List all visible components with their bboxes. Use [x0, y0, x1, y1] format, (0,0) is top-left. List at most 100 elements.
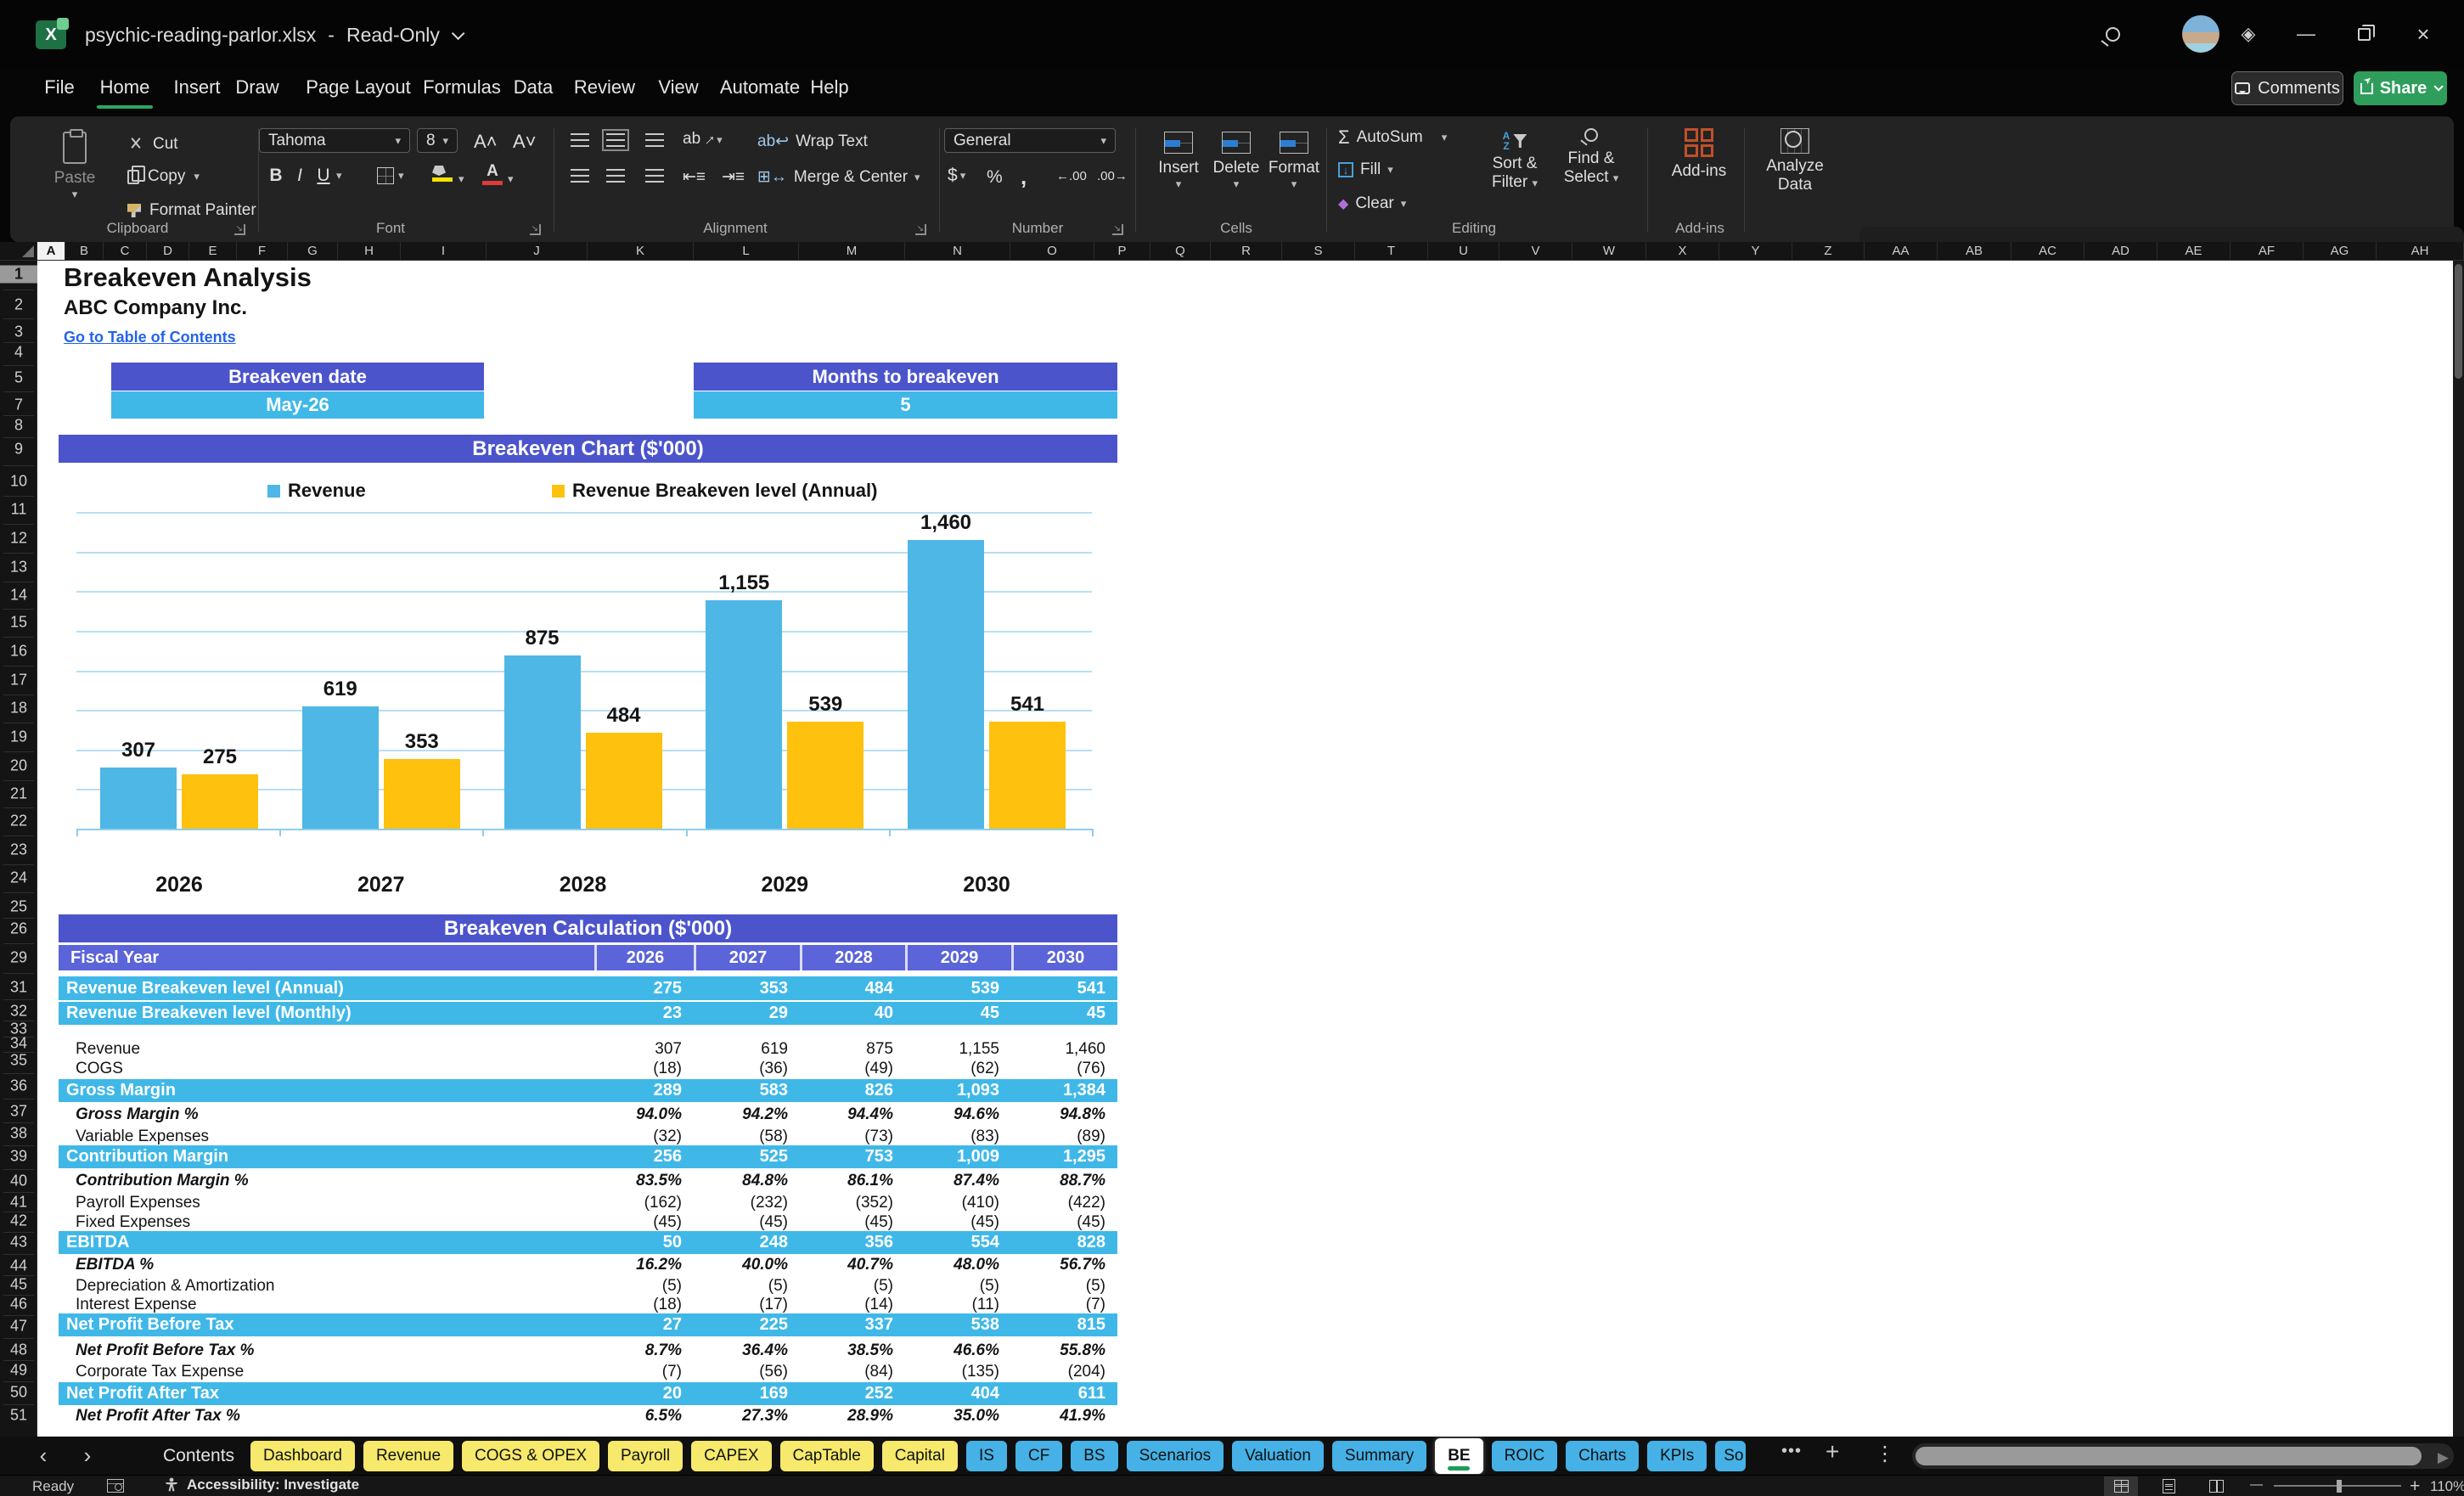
column-header-L[interactable]: L: [694, 242, 799, 260]
insert-cells-button[interactable]: Insert ▾: [1148, 132, 1209, 191]
column-header-AD[interactable]: AD: [2084, 242, 2157, 260]
column-header-Z[interactable]: Z: [1792, 242, 1865, 260]
row-header-8[interactable]: 8: [0, 417, 37, 435]
column-header-AE[interactable]: AE: [2157, 242, 2231, 260]
table-row[interactable]: Corporate Tax Expense (7) (56) (84) (135) (20…: [59, 1363, 1117, 1381]
row-header-18[interactable]: 18: [0, 700, 37, 717]
page-layout-view-button[interactable]: [2152, 1476, 2186, 1496]
sheet-tab-so[interactable]: So: [1715, 1441, 1747, 1471]
page-break-view-button[interactable]: [2199, 1476, 2233, 1496]
prev-sheet-button[interactable]: ‹: [29, 1442, 58, 1469]
table-row[interactable]: Revenue Breakeven level (Annual) 275 353 48…: [59, 976, 1117, 1000]
row-header-26[interactable]: 26: [0, 920, 37, 938]
tab-overflow-button[interactable]: •••: [1781, 1442, 1802, 1461]
sheet-tab-contents[interactable]: Contents: [151, 1442, 246, 1471]
row-header-51[interactable]: 51: [0, 1407, 37, 1425]
merge-center-button[interactable]: ⊞↔ Merge & Center ▾: [757, 167, 920, 187]
menu-formulas[interactable]: Formulas: [418, 66, 506, 109]
font-color-chevron[interactable]: ▾: [508, 172, 514, 186]
column-header-AA[interactable]: AA: [1865, 242, 1938, 260]
column-header-P[interactable]: P: [1094, 242, 1150, 260]
column-header-AC[interactable]: AC: [2011, 242, 2084, 260]
table-row[interactable]: Net Profit Before Tax % 8.7% 36.4% 38.5% 46.…: [59, 1341, 1117, 1360]
column-header-E[interactable]: E: [189, 242, 237, 260]
sheet-tab-cf[interactable]: CF: [1015, 1441, 1063, 1471]
row-header-31[interactable]: 31: [0, 979, 37, 997]
zoom-out-button[interactable]: —: [2250, 1477, 2263, 1492]
row-header-24[interactable]: 24: [0, 869, 37, 887]
row-header-34[interactable]: 34: [0, 1035, 37, 1053]
align-center-button[interactable]: [606, 169, 625, 183]
table-row[interactable]: Gross Margin % 94.0% 94.2% 94.4% 94.6% 94.8%: [59, 1105, 1117, 1124]
fiscal-year-header[interactable]: Fiscal Year 2026 2027 2028 2029 2030: [59, 945, 1117, 970]
format-cells-button[interactable]: Format ▾: [1263, 132, 1325, 191]
macro-record-icon[interactable]: [107, 1479, 124, 1493]
premium-gem-icon[interactable]: ◈: [2231, 19, 2265, 49]
column-header-W[interactable]: W: [1572, 242, 1646, 260]
fill-color-button[interactable]: [432, 166, 453, 182]
next-sheet-button[interactable]: ›: [73, 1442, 102, 1469]
row-header-22[interactable]: 22: [0, 813, 37, 830]
menu-draw[interactable]: Draw: [229, 66, 285, 109]
row-header-42[interactable]: 42: [0, 1212, 37, 1230]
sheet-tab-summary[interactable]: Summary: [1331, 1441, 1427, 1471]
clear-button[interactable]: ◆ Clear ▾: [1338, 194, 1406, 213]
row-header-46[interactable]: 46: [0, 1296, 37, 1313]
orientation-button[interactable]: ab→▾: [683, 127, 723, 151]
autosum-button[interactable]: Σ AutoSum ▾: [1338, 127, 1447, 149]
row-header-47[interactable]: 47: [0, 1318, 37, 1336]
row-header-41[interactable]: 41: [0, 1194, 37, 1212]
sheet-grid[interactable]: 1 2 3 4 5 7 8 9 10 11 12 13 14 15 16 17 18 19 20 21 22 23 24 25…: [0, 261, 2464, 1437]
copy-button[interactable]: Copy ▾: [127, 165, 200, 186]
sheet-tab-capital[interactable]: Capital: [881, 1441, 958, 1471]
column-header-F[interactable]: F: [237, 242, 288, 260]
currency-format-button[interactable]: $ ▾: [948, 166, 965, 186]
column-header-G[interactable]: G: [288, 242, 338, 260]
menu-data[interactable]: Data: [506, 66, 560, 109]
row-header-23[interactable]: 23: [0, 841, 37, 859]
align-left-button[interactable]: [571, 169, 589, 183]
row-header-19[interactable]: 19: [0, 728, 37, 746]
column-header-T[interactable]: T: [1355, 242, 1428, 260]
number-format-select[interactable]: General ▾: [944, 128, 1116, 153]
row-header-39[interactable]: 39: [0, 1148, 37, 1166]
row-header-49[interactable]: 49: [0, 1362, 37, 1380]
menu-home[interactable]: Home: [95, 66, 155, 109]
sheet-tab-scenarios[interactable]: Scenarios: [1126, 1441, 1224, 1471]
fill-color-chevron[interactable]: ▾: [458, 172, 464, 186]
vertical-scrollbar[interactable]: [2453, 261, 2464, 1437]
italic-button[interactable]: I: [289, 166, 311, 186]
comma-format-button[interactable]: ,: [1021, 164, 1027, 190]
table-row[interactable]: Contribution Margin 256 525 753 1,009 1,295: [59, 1145, 1117, 1168]
row-header-44[interactable]: 44: [0, 1257, 37, 1275]
decrease-indent-button[interactable]: ⇤≡: [683, 167, 706, 187]
column-header-AF[interactable]: AF: [2231, 242, 2304, 260]
menu-file[interactable]: File: [34, 66, 85, 109]
number-dialog-launcher[interactable]: [1112, 224, 1123, 235]
comments-button[interactable]: Comments: [2231, 71, 2343, 105]
row-header-37[interactable]: 37: [0, 1103, 37, 1121]
table-row[interactable]: Net Profit Before Tax 27 225 337 538 815: [59, 1313, 1117, 1336]
clipboard-dialog-launcher[interactable]: [234, 224, 245, 235]
column-header-C[interactable]: C: [104, 242, 147, 260]
column-header-X[interactable]: X: [1646, 242, 1719, 260]
row-header-3[interactable]: 3: [0, 323, 37, 341]
find-select-button[interactable]: Find & Select ▾: [1549, 128, 1634, 188]
zoom-slider-thumb[interactable]: [2337, 1480, 2342, 1493]
sort-filter-button[interactable]: AZ Sort & Filter ▾: [1474, 128, 1555, 193]
select-all-corner[interactable]: [0, 242, 37, 260]
row-header-16[interactable]: 16: [0, 643, 37, 661]
table-row[interactable]: EBITDA 50 248 356 554 828: [59, 1231, 1117, 1254]
decrease-font-size-button[interactable]: A˅: [513, 131, 537, 153]
table-row[interactable]: Gross Margin 289 583 826 1,093 1,384: [59, 1079, 1117, 1102]
increase-font-size-button[interactable]: A˄: [474, 131, 498, 153]
search-icon[interactable]: [2096, 19, 2129, 49]
column-header-R[interactable]: R: [1211, 242, 1282, 260]
row-header-15[interactable]: 15: [0, 614, 37, 632]
row-header-10[interactable]: 10: [0, 473, 37, 491]
row-header-36[interactable]: 36: [0, 1077, 37, 1095]
menu-insert[interactable]: Insert: [165, 66, 229, 109]
menu-review[interactable]: Review: [565, 66, 644, 109]
row-header-32[interactable]: 32: [0, 1003, 37, 1021]
menu-page-layout[interactable]: Page Layout: [299, 66, 418, 109]
